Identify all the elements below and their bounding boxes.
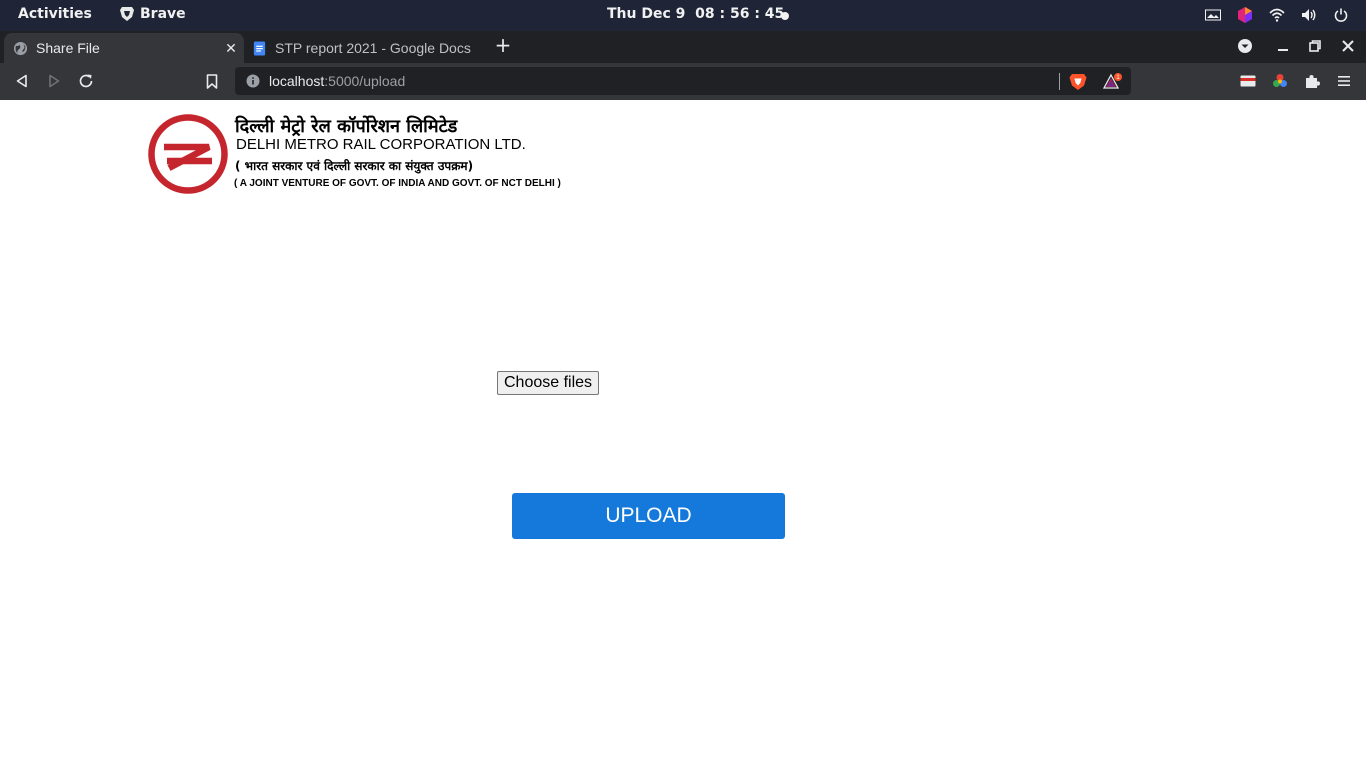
color-picker-extension-icon[interactable] (1269, 70, 1291, 92)
dmrc-logo-icon (148, 114, 228, 194)
tab-search-icon[interactable] (1235, 36, 1255, 56)
system-top-bar: Activities Brave Thu Dec 9 08 : 56 : 45 (0, 0, 1366, 31)
url-path: :5000/upload (324, 73, 406, 89)
cube-app-icon[interactable] (1236, 5, 1254, 25)
wifi-icon[interactable] (1268, 5, 1286, 25)
new-tab-button[interactable]: + (494, 35, 512, 56)
org-subtitle-english: ( A JOINT VENTURE OF GOVT. OF INDIA AND … (234, 178, 561, 189)
brave-rewards-icon[interactable]: 1 (1103, 73, 1123, 91)
app-name: Brave (140, 6, 186, 22)
org-name-english: DELHI METRO RAIL CORPORATION LTD. (236, 136, 526, 153)
tab-title: STP report 2021 - Google Docs (275, 40, 471, 56)
page-content: दिल्ली मेट्रो रेल कॉर्पोरेशन लिमिटेड DEL… (0, 100, 1366, 768)
minimize-button[interactable] (1273, 36, 1293, 56)
google-docs-icon (253, 40, 266, 56)
brave-lion-icon (120, 7, 134, 21)
restore-button[interactable] (1305, 36, 1325, 56)
url-text[interactable]: localhost:5000/upload (269, 73, 405, 89)
upload-button[interactable]: UPLOAD (512, 493, 785, 539)
clock[interactable]: Thu Dec 9 08 : 56 : 45 (607, 6, 784, 22)
site-info-icon[interactable] (246, 74, 260, 88)
org-name-hindi: दिल्ली मेट्रो रेल कॉर्पोरेशन लिमिटेड (235, 116, 458, 137)
choose-files-button[interactable]: Choose files (497, 371, 600, 395)
browser-toolbar: localhost:5000/upload 1 (0, 63, 1366, 100)
reload-button[interactable] (75, 70, 97, 92)
close-window-button[interactable] (1338, 36, 1358, 56)
forward-button[interactable] (43, 70, 65, 92)
extensions-puzzle-icon[interactable] (1301, 70, 1323, 92)
menu-icon[interactable] (1333, 70, 1355, 92)
volume-icon[interactable] (1300, 5, 1318, 25)
address-bar[interactable]: localhost:5000/upload 1 (235, 67, 1131, 95)
tab-close-icon[interactable]: ✕ (222, 40, 240, 57)
omnibox-divider (1059, 73, 1060, 90)
org-subtitle-hindi: ( भारत सरकार एवं दिल्ली सरकार का संयुक्त… (235, 159, 474, 173)
tab-title: Share File (36, 40, 100, 56)
bookmark-icon[interactable] (201, 70, 223, 92)
tab-strip: Share File ✕ STP report 2021 - Google Do… (0, 31, 1366, 63)
system-tray[interactable] (1204, 5, 1350, 25)
brave-shields-icon[interactable] (1069, 73, 1087, 91)
tab-share-file[interactable]: Share File ✕ (4, 33, 244, 63)
globe-icon (13, 41, 28, 55)
wallet-extension-icon[interactable] (1237, 70, 1259, 92)
tab-stp-report[interactable]: STP report 2021 - Google Docs (244, 33, 484, 63)
activities-button[interactable]: Activities (18, 6, 92, 22)
power-icon[interactable] (1332, 5, 1350, 25)
app-menu[interactable]: Brave (120, 6, 186, 22)
notification-dot (781, 12, 789, 20)
back-button[interactable] (11, 70, 33, 92)
screen-icon[interactable] (1204, 5, 1222, 25)
url-host: localhost (269, 73, 325, 89)
